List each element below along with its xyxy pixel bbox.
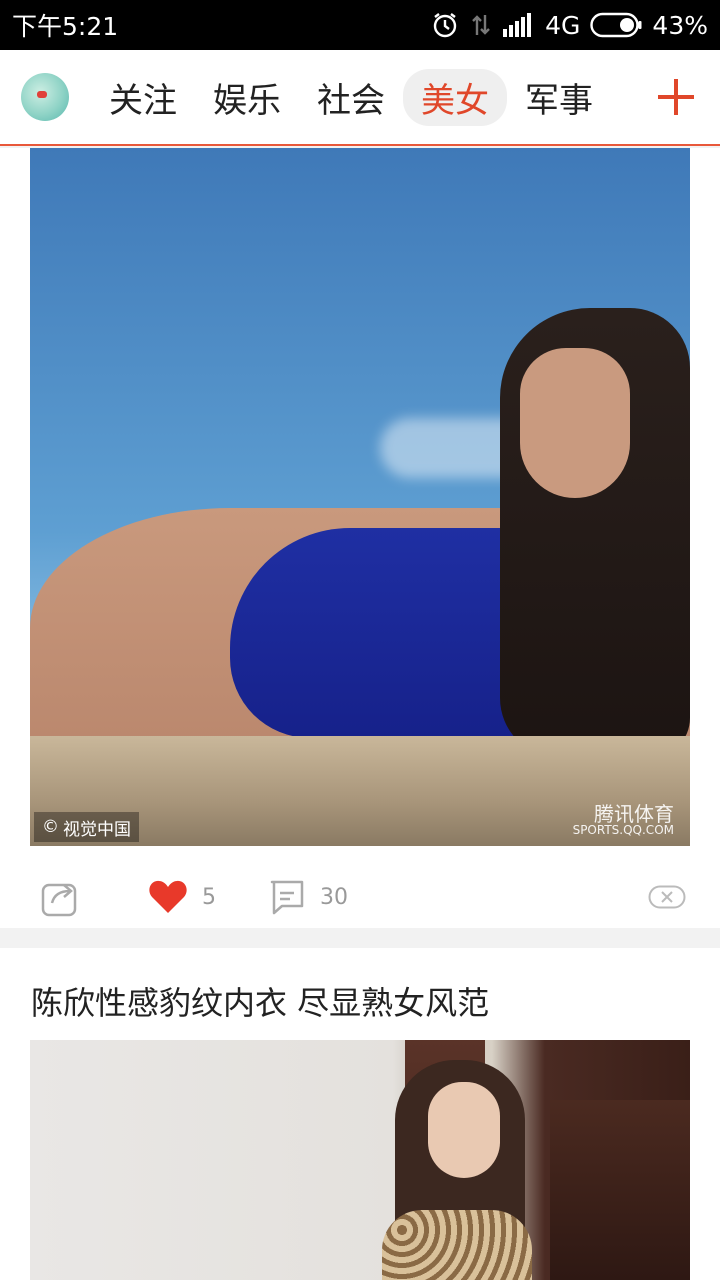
share-button[interactable] <box>40 877 80 917</box>
status-bar: 下午5:21 4G 43% <box>0 0 720 50</box>
image-shelf <box>550 1100 690 1280</box>
image-face <box>520 348 630 498</box>
tab-beauty[interactable]: 美女 <box>403 68 507 126</box>
article-image[interactable]: © 视觉中国 腾讯体育 SPORTS.QQ.COM <box>30 148 690 846</box>
watermark-left-text: 视觉中国 <box>63 819 131 840</box>
battery-percent: 43% <box>652 10 708 40</box>
image-watermark-left: © 视觉中国 <box>34 812 139 842</box>
tab-military[interactable]: 军事 <box>507 69 611 126</box>
image-watermark-right: 腾讯体育 SPORTS.QQ.COM <box>573 804 674 836</box>
comment-icon <box>270 880 304 915</box>
network-type: 4G <box>545 10 581 40</box>
comment-button[interactable]: 30 <box>268 878 348 916</box>
image-face <box>428 1082 500 1178</box>
close-icon <box>648 885 686 909</box>
feed-card: © 视觉中国 腾讯体育 SPORTS.QQ.COM 5 30 <box>0 148 720 928</box>
tab-follow[interactable]: 关注 <box>91 69 195 126</box>
channel-tabs: 关注 娱乐 社会 美女 军事 <box>91 68 646 126</box>
signal-icon <box>503 13 535 37</box>
share-icon <box>41 883 77 917</box>
data-transfer-icon <box>469 11 493 39</box>
like-count: 5 <box>202 884 216 910</box>
alarm-icon <box>431 11 459 39</box>
comment-count: 30 <box>320 884 348 910</box>
avatar[interactable] <box>21 73 69 121</box>
article-image[interactable] <box>30 1040 690 1280</box>
status-time: 下午5:21 <box>12 12 119 41</box>
channel-nav: 关注 娱乐 社会 美女 军事 <box>0 50 720 146</box>
image-leopard-top <box>382 1210 532 1280</box>
card-actions: 5 30 <box>0 866 720 928</box>
battery-icon <box>590 12 642 38</box>
feed-card[interactable]: 陈欣性感豹纹内衣 尽显熟女风范 <box>0 948 720 1280</box>
watermark-right-sub: SPORTS.QQ.COM <box>572 823 674 837</box>
status-icons: 4G 43% <box>431 11 708 40</box>
dismiss-button[interactable] <box>648 885 686 909</box>
heart-icon <box>149 880 187 913</box>
add-channel-icon[interactable] <box>646 67 706 127</box>
tab-entertainment[interactable]: 娱乐 <box>195 69 299 126</box>
tab-society[interactable]: 社会 <box>299 69 403 126</box>
article-title[interactable]: 陈欣性感豹纹内衣 尽显熟女风范 <box>31 978 489 1024</box>
like-button[interactable]: 5 <box>148 879 216 915</box>
copyright-icon: © <box>42 817 59 837</box>
